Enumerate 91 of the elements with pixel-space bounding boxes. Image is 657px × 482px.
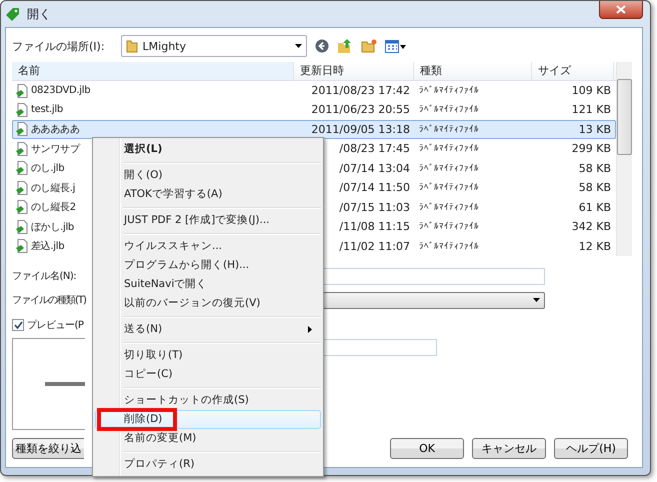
menu-item[interactable]: 切り取り(T) bbox=[95, 346, 321, 365]
modified-date: /11/08 11:15 bbox=[338, 220, 411, 234]
file-type: ﾗﾍﾞﾙﾏｲﾃｨﾌｧｲﾙ bbox=[418, 124, 480, 135]
file-size: 12 KB bbox=[578, 240, 612, 253]
document-icon bbox=[16, 239, 28, 254]
file-type-dropdown[interactable] bbox=[323, 292, 545, 308]
file-size: 58 KB bbox=[578, 181, 612, 194]
file-name: のし縦長.j bbox=[31, 182, 76, 195]
file-size: 342 KB bbox=[570, 220, 612, 234]
document-icon bbox=[16, 122, 28, 136]
menu-item[interactable]: プロパティ(R) bbox=[95, 455, 321, 474]
file-name: のし縦長2 bbox=[31, 201, 76, 214]
column-header[interactable]: 種類 bbox=[414, 62, 532, 80]
location-dropdown[interactable]: LMighty bbox=[120, 35, 307, 57]
menu-item[interactable]: 以前のバージョンの復元(V) bbox=[95, 294, 321, 313]
file-type: ﾗﾍﾞﾙﾏｲﾃｨﾌｧｲﾙ bbox=[418, 143, 480, 154]
modified-date: 2011/09/05 13:18 bbox=[310, 122, 411, 136]
close-button[interactable] bbox=[599, 1, 643, 19]
dropdown-arrow-icon bbox=[294, 44, 302, 48]
file-type: ﾗﾍﾞﾙﾏｲﾃｨﾌｧｲﾙ bbox=[418, 221, 480, 232]
document-icon bbox=[16, 84, 28, 98]
menu-item[interactable]: コピー(C) bbox=[95, 365, 321, 384]
file-size: 58 KB bbox=[578, 162, 612, 175]
submenu-arrow-icon bbox=[308, 326, 312, 333]
window-title: 開く bbox=[27, 6, 51, 22]
modified-date: /07/14 11:50 bbox=[338, 181, 411, 194]
file-size: 121 KB bbox=[570, 103, 612, 116]
file-name: 差込.jlb bbox=[31, 240, 64, 254]
modified-date: 2011/06/23 20:55 bbox=[310, 103, 411, 116]
modified-date: /07/14 13:04 bbox=[338, 162, 411, 175]
menu-item[interactable]: 開く(O) bbox=[95, 166, 321, 185]
file-size: 61 KB bbox=[578, 200, 612, 214]
view-menu-icon[interactable] bbox=[384, 40, 407, 52]
menu-item[interactable]: 名前の変更(M) bbox=[95, 429, 321, 448]
menu-item[interactable]: 選択(L) bbox=[95, 140, 321, 159]
label-thumbnail-drawing bbox=[45, 381, 85, 387]
dialog-button[interactable]: OK bbox=[390, 438, 464, 459]
dialog-button[interactable]: ヘルプ(H) bbox=[554, 438, 628, 459]
tag-icon bbox=[5, 7, 21, 21]
selected-file-row[interactable]: あああああ 2011/09/05 13:18 ﾗﾍﾞﾙﾏｲﾃｨﾌｧｲﾙ 13 KB bbox=[12, 120, 616, 140]
menu-item[interactable]: ウイルススキャン... bbox=[95, 237, 321, 256]
document-icon bbox=[16, 220, 28, 234]
modified-date: /07/15 11:03 bbox=[338, 200, 411, 214]
file-name: test.jlb bbox=[31, 104, 63, 116]
file-type: ﾗﾍﾞﾙﾏｲﾃｨﾌｧｲﾙ bbox=[418, 104, 480, 116]
folder-icon bbox=[126, 39, 138, 53]
file-name: 0823DVD.jlb bbox=[31, 85, 90, 96]
menu-item[interactable]: プログラムから開く(H)... bbox=[95, 256, 321, 275]
file-type: ﾗﾍﾞﾙﾏｲﾃｨﾌｧｲﾙ bbox=[418, 182, 480, 194]
modified-date: /11/02 11:07 bbox=[338, 240, 411, 253]
close-icon bbox=[616, 5, 626, 14]
file-type: ﾗﾍﾞﾙﾏｲﾃｨﾌｧｲﾙ bbox=[418, 85, 480, 96]
file-size: 109 KB bbox=[570, 84, 612, 98]
column-header[interactable]: サイズ bbox=[532, 62, 614, 80]
document-icon bbox=[16, 161, 28, 176]
file-type-label: ファイルの種類(T) bbox=[12, 294, 86, 307]
location-label: ファイルの場所(I): bbox=[12, 38, 105, 54]
dropdown-arrow-icon bbox=[533, 298, 540, 302]
menu-item[interactable]: 送る(N) bbox=[95, 320, 321, 339]
file-size: 299 KB bbox=[570, 142, 612, 156]
file-name: あああああ bbox=[31, 123, 80, 136]
file-size: 13 KB bbox=[578, 122, 612, 136]
menu-item[interactable]: ATOKで学習する(A) bbox=[95, 185, 321, 204]
preview-checkbox[interactable] bbox=[12, 319, 24, 331]
file-name: のし.jlb bbox=[31, 162, 64, 176]
file-type: ﾗﾍﾞﾙﾏｲﾃｨﾌｧｲﾙ bbox=[418, 240, 480, 252]
filter-button[interactable]: 種類を絞り込 bbox=[12, 438, 84, 459]
file-name: サンワサプ bbox=[31, 142, 80, 156]
menu-item[interactable]: SuiteNaviで開く bbox=[95, 275, 321, 294]
scrollbar[interactable] bbox=[616, 62, 632, 256]
menu-item[interactable]: ショートカットの作成(S) bbox=[95, 391, 321, 410]
up-folder-icon[interactable] bbox=[336, 38, 353, 54]
new-folder-icon[interactable] bbox=[360, 39, 377, 53]
document-icon bbox=[16, 102, 28, 117]
file-type: ﾗﾍﾞﾙﾏｲﾃｨﾌｧｲﾙ bbox=[418, 202, 480, 213]
preview-label: プレビュー(P bbox=[27, 318, 84, 332]
document-icon bbox=[16, 200, 28, 214]
modified-date: 2011/08/23 17:42 bbox=[310, 84, 411, 98]
column-header[interactable]: 名前 bbox=[12, 62, 294, 80]
document-icon bbox=[16, 142, 28, 156]
file-name: ぼかし.jlb bbox=[31, 220, 74, 234]
dialog-button[interactable]: キャンセル bbox=[472, 438, 546, 459]
document-icon bbox=[16, 180, 28, 195]
modified-date: /08/23 17:45 bbox=[338, 142, 411, 156]
file-type: ﾗﾍﾞﾙﾏｲﾃｨﾌｧｲﾙ bbox=[418, 162, 480, 174]
file-name-input[interactable] bbox=[323, 268, 545, 284]
column-header[interactable]: 更新日時 bbox=[294, 62, 414, 80]
menu-item[interactable]: JUST PDF 2 [作成]で変換(J)... bbox=[95, 211, 321, 230]
file-name-label: ファイル名(N): bbox=[12, 270, 76, 283]
back-icon[interactable] bbox=[314, 39, 329, 53]
menu-item[interactable]: 削除(D) bbox=[95, 410, 321, 429]
